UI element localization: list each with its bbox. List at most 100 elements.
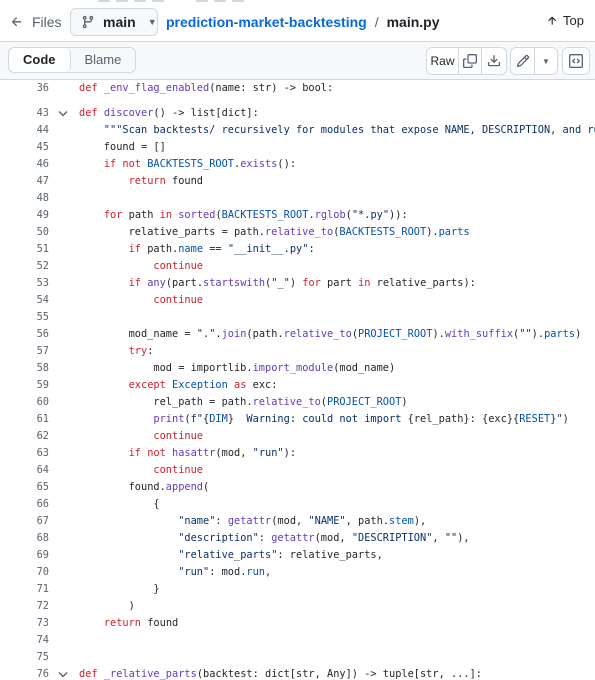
line-number[interactable]: 47	[0, 173, 49, 190]
code-line: 75	[0, 649, 595, 666]
code-token: with_suffix	[444, 328, 514, 340]
line-number[interactable]: 48	[0, 190, 49, 207]
code-token: : relative_parts,	[277, 549, 383, 561]
line-number[interactable]: 58	[0, 360, 49, 377]
line-number[interactable]: 75	[0, 649, 49, 666]
symbols-panel-button[interactable]	[562, 47, 590, 75]
line-number[interactable]: 51	[0, 241, 49, 258]
code-token: "DESCRIPTION"	[351, 532, 433, 544]
code-square-icon	[569, 54, 583, 68]
branch-name: main	[103, 14, 136, 30]
line-number[interactable]: 46	[0, 156, 49, 173]
code-token: )	[79, 600, 135, 612]
code-token: :	[147, 345, 154, 357]
line-number[interactable]: 55	[0, 309, 49, 326]
line-number[interactable]: 45	[0, 139, 49, 156]
line-number[interactable]: 49	[0, 207, 49, 224]
line-number[interactable]: 76	[0, 666, 49, 680]
code-text: "description": getattr(mod, "DESCRIPTION…	[79, 530, 469, 547]
code-line: 56 mod_name = ".".join(path.relative_to(…	[0, 326, 595, 343]
breadcrumb-repo-link[interactable]: prediction-market-backtesting	[166, 14, 367, 30]
line-number[interactable]: 53	[0, 275, 49, 292]
copy-button[interactable]	[459, 48, 482, 74]
code-token: if	[128, 243, 142, 255]
code-text: {	[79, 496, 159, 513]
code-text: }	[79, 581, 159, 598]
line-number[interactable]: 70	[0, 564, 49, 581]
line-number[interactable]: 60	[0, 394, 49, 411]
files-label: Files	[32, 14, 62, 30]
line-number[interactable]: 52	[0, 258, 49, 275]
line-number[interactable]: 66	[0, 496, 49, 513]
code-token: )	[289, 277, 303, 289]
line-number[interactable]: 44	[0, 122, 49, 139]
code-line: 74	[0, 632, 595, 649]
line-number[interactable]: 56	[0, 326, 49, 343]
code-token: if	[128, 277, 142, 289]
top-button[interactable]: Top	[546, 13, 584, 28]
code-token: join	[221, 328, 247, 340]
line-number[interactable]: 63	[0, 445, 49, 462]
code-token: (name: str) -> bool:	[209, 82, 334, 94]
fold-chevron-down-icon[interactable]	[56, 105, 70, 122]
line-number[interactable]: 67	[0, 513, 49, 530]
line-number[interactable]: 64	[0, 462, 49, 479]
code-token: import_module	[252, 362, 334, 374]
code-text: """Scan backtests/ recursively for modul…	[79, 122, 595, 139]
branch-selector[interactable]: main ▼	[70, 8, 158, 36]
line-number[interactable]: 62	[0, 428, 49, 445]
code-token: ():	[277, 158, 297, 170]
code-token: )	[401, 396, 408, 408]
tab-code[interactable]: Code	[9, 48, 71, 72]
line-number[interactable]: 57	[0, 343, 49, 360]
line-number[interactable]: 65	[0, 479, 49, 496]
code-token: "*.py"	[351, 209, 390, 221]
code-text: return found	[79, 173, 203, 190]
code-text: if path.name == "__init__.py":	[79, 241, 315, 258]
line-number[interactable]: 72	[0, 598, 49, 615]
tab-blame[interactable]: Blame	[71, 48, 136, 72]
code-text: if not BACKTESTS_ROOT.exists():	[79, 156, 296, 173]
code-line: 45 found = []	[0, 139, 595, 156]
code-token: _env_flag_enabled	[103, 82, 210, 94]
line-number[interactable]: 71	[0, 581, 49, 598]
code-token: relative_parts = path.	[79, 226, 265, 238]
code-text: def discover() -> list[dict]:	[79, 105, 259, 122]
line-number[interactable]: 50	[0, 224, 49, 241]
code-text: mod = importlib.import_module(mod_name)	[79, 360, 395, 377]
line-number[interactable]: 59	[0, 377, 49, 394]
line-number[interactable]: 69	[0, 547, 49, 564]
code-token: continue	[153, 464, 204, 476]
edit-button[interactable]	[511, 48, 535, 74]
code-token: "relative_parts"	[178, 549, 278, 561]
line-number[interactable]: 73	[0, 615, 49, 632]
code-text: continue	[79, 292, 203, 309]
code-token: :	[258, 532, 272, 544]
code-token: path.	[141, 243, 179, 255]
code-token: "run"	[178, 566, 210, 578]
download-button[interactable]	[482, 48, 506, 74]
code-token: path	[122, 209, 160, 221]
code-token: def	[79, 668, 104, 680]
fold-chevron-down-icon[interactable]	[56, 666, 70, 680]
code-token: ""	[519, 328, 532, 340]
code-token: stem	[389, 515, 414, 527]
code-token: print	[153, 413, 185, 425]
code-token: for	[302, 277, 321, 289]
line-number[interactable]: 36	[0, 80, 49, 97]
code-token: "__init__.py"	[227, 243, 309, 255]
code-line: 68 "description": getattr(mod, "DESCRIPT…	[0, 530, 595, 547]
line-number[interactable]: 74	[0, 632, 49, 649]
code-token: found	[141, 617, 179, 629]
line-number[interactable]: 43	[0, 105, 49, 122]
code-token: (backtest: dict[str, Any]) -> tuple[str,…	[196, 668, 482, 680]
files-button[interactable]: Files	[10, 11, 62, 33]
line-number[interactable]: 61	[0, 411, 49, 428]
edit-more-button[interactable]: ▼	[535, 48, 557, 74]
line-number[interactable]: 54	[0, 292, 49, 309]
line-number[interactable]: 68	[0, 530, 49, 547]
raw-button[interactable]: Raw	[427, 48, 459, 74]
